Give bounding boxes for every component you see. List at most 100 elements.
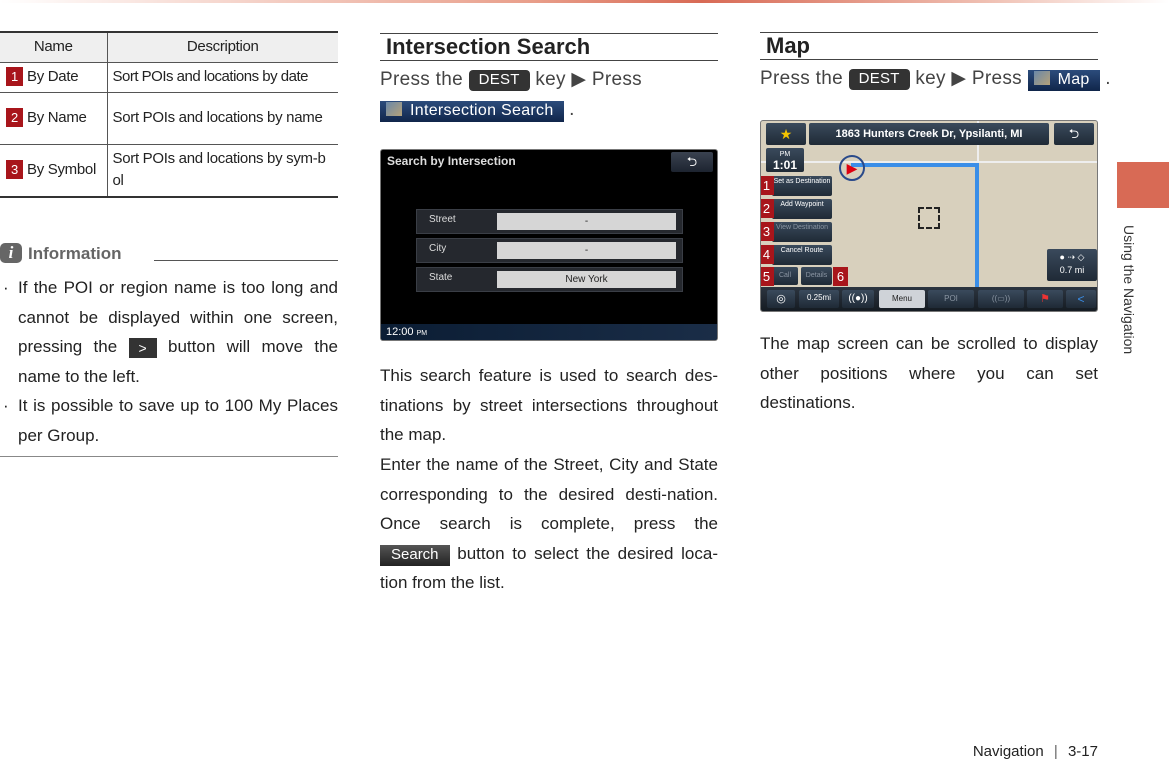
number-badge: 5 [761,267,774,286]
back-icon: ⮌ [1054,123,1094,145]
dest-key: DEST [848,69,910,90]
ampm: PM [416,330,428,337]
screen-title: Search by Intersection [387,154,516,168]
field-value: New York [497,271,676,288]
intersection-section: Intersection Search Press the DEST key ▶… [380,0,718,762]
info-bullet: If the POI or region name is too long an… [0,273,338,391]
clock: PM 1:01 [766,148,804,172]
current-position-icon: ▶ [839,155,865,181]
table-header: Name Description [0,31,338,63]
instruction-text: key ▶ Press [915,68,1022,89]
dest-key: DEST [468,70,530,91]
instruction: Press the DEST key ▶ Press Map . [760,64,1111,94]
field-city: City - [416,238,683,263]
section-title: Map [760,32,1098,60]
paragraph: This search feature is used to search de… [380,366,718,444]
chapter-tab [1117,162,1169,208]
row-name: By Name [27,109,87,126]
info-icon: i [0,243,22,263]
button-label: Intersection Search [410,101,554,119]
intersection-search-menu-button: Intersection Search [380,100,564,122]
information-heading: i Information [0,243,338,265]
row-description: Sort POIs and locations by sym-bol [107,144,338,198]
view-destination-button: View Destination [772,222,832,242]
information-title: Information [28,244,122,263]
add-waypoint-button: Add Waypoint [772,199,832,219]
instruction-text: Press the [760,68,843,89]
number-badge: 3 [6,160,23,180]
distance-value: 0.7 mi [1059,265,1085,275]
volume-icon: ((●)) [842,290,874,308]
intersection-icon [386,101,402,116]
row-name: By Symbol [27,161,96,179]
table-row: 2 By Name Sort POIs and locations by name [0,92,338,145]
number-badge: 6 [833,267,848,286]
number-badge: 1 [6,67,23,86]
map-icon [1033,71,1050,85]
distance-panel: ● ⇢ ◇ 0.7 mi [1047,249,1097,281]
search-button: Search [380,544,450,566]
instruction-text: key ▶ Press [535,69,642,90]
page-number: 3-17 [1067,743,1098,760]
divider [0,456,338,457]
row-description: Sort POIs and locations by name [107,92,338,145]
instruction-text: Press the [380,69,463,90]
section-title: Intersection Search [380,33,718,61]
ampm: PM [779,151,791,158]
map-section: Map Press the DEST key ▶ Press Map . ▶ ★… [760,0,1111,762]
row-description: Sort POIs and locations by date [107,62,338,93]
details-button: Details [801,267,832,285]
button-label: Map [1057,71,1090,88]
instruction: Press the DEST key ▶ Press Intersection … [380,65,718,124]
poi-button: POI [928,290,974,308]
status-bar: 12:00 PM [381,324,717,340]
footer-section: Navigation [972,743,1044,760]
flag-icon: ⚑ [1027,290,1063,308]
cancel-route-button: Cancel Route [772,245,832,265]
period: . [569,98,575,120]
field-label: Street [429,214,456,225]
scroll-right-button: > [128,337,157,358]
menu-button: Menu [879,290,925,308]
table-row: 3 By Symbol Sort POIs and locations by sy… [0,144,338,198]
number-badge: 3 [761,222,774,241]
signal-icon: ((▭)) [978,290,1024,308]
search-by-intersection-screenshot: Search by Intersection ⮌ Street - City - S… [380,149,718,341]
route-line [851,163,977,167]
header-name: Name [0,31,108,63]
compass-icon: ◎ [767,290,795,308]
address-bar: 1863 Hunters Creek Dr, Ypsilanti, MI [809,123,1049,145]
crosshair-icon [918,207,940,229]
number-badge: 2 [761,199,774,218]
scale-indicator: 0.25mi [799,290,839,308]
set-as-destination-button: Set as Destination [772,176,832,196]
favorite-star-icon: ★ [766,123,806,145]
map-toolbar: ◎ 0.25mi ((●)) Menu POI ((▭)) ⚑ < [761,287,1097,311]
row-name: By Date [27,68,79,85]
map-menu-button: Map [1027,70,1100,91]
clock: 12:00 [386,326,414,338]
sort-table: Name Description 1 By Date Sort POIs and … [0,31,338,198]
number-badge: 2 [6,108,23,127]
number-badge: 1 [761,176,774,195]
field-street: Street - [416,209,683,234]
bullet-text: It is possible to save up to 100 My Plac… [18,396,338,445]
divider [154,260,338,261]
field-state: State New York [416,267,683,292]
paragraph: The map screen can be scrolled to displa… [760,334,1098,412]
page-footer: Navigation | 3-17 [972,743,1098,760]
field-label: City [429,243,447,254]
period: . [1105,68,1111,89]
back-icon: ⮌ [671,152,713,172]
map-screenshot: ▶ ★ 1863 Hunters Creek Dr, Ypsilanti, MI… [760,120,1098,312]
number-badge: 4 [761,245,774,264]
chapter-label: Using the Navigation [1121,225,1137,355]
field-value: - [497,242,676,259]
info-bullet: It is possible to save up to 100 My Plac… [0,391,338,450]
table-row: 1 By Date Sort POIs and locations by date [0,62,338,93]
header-description: Description [107,31,338,63]
call-button: Call [772,267,798,285]
paragraph: Enter the name of the Street, City and S… [380,450,718,598]
field-value: - [497,213,676,230]
field-label: State [429,272,453,283]
